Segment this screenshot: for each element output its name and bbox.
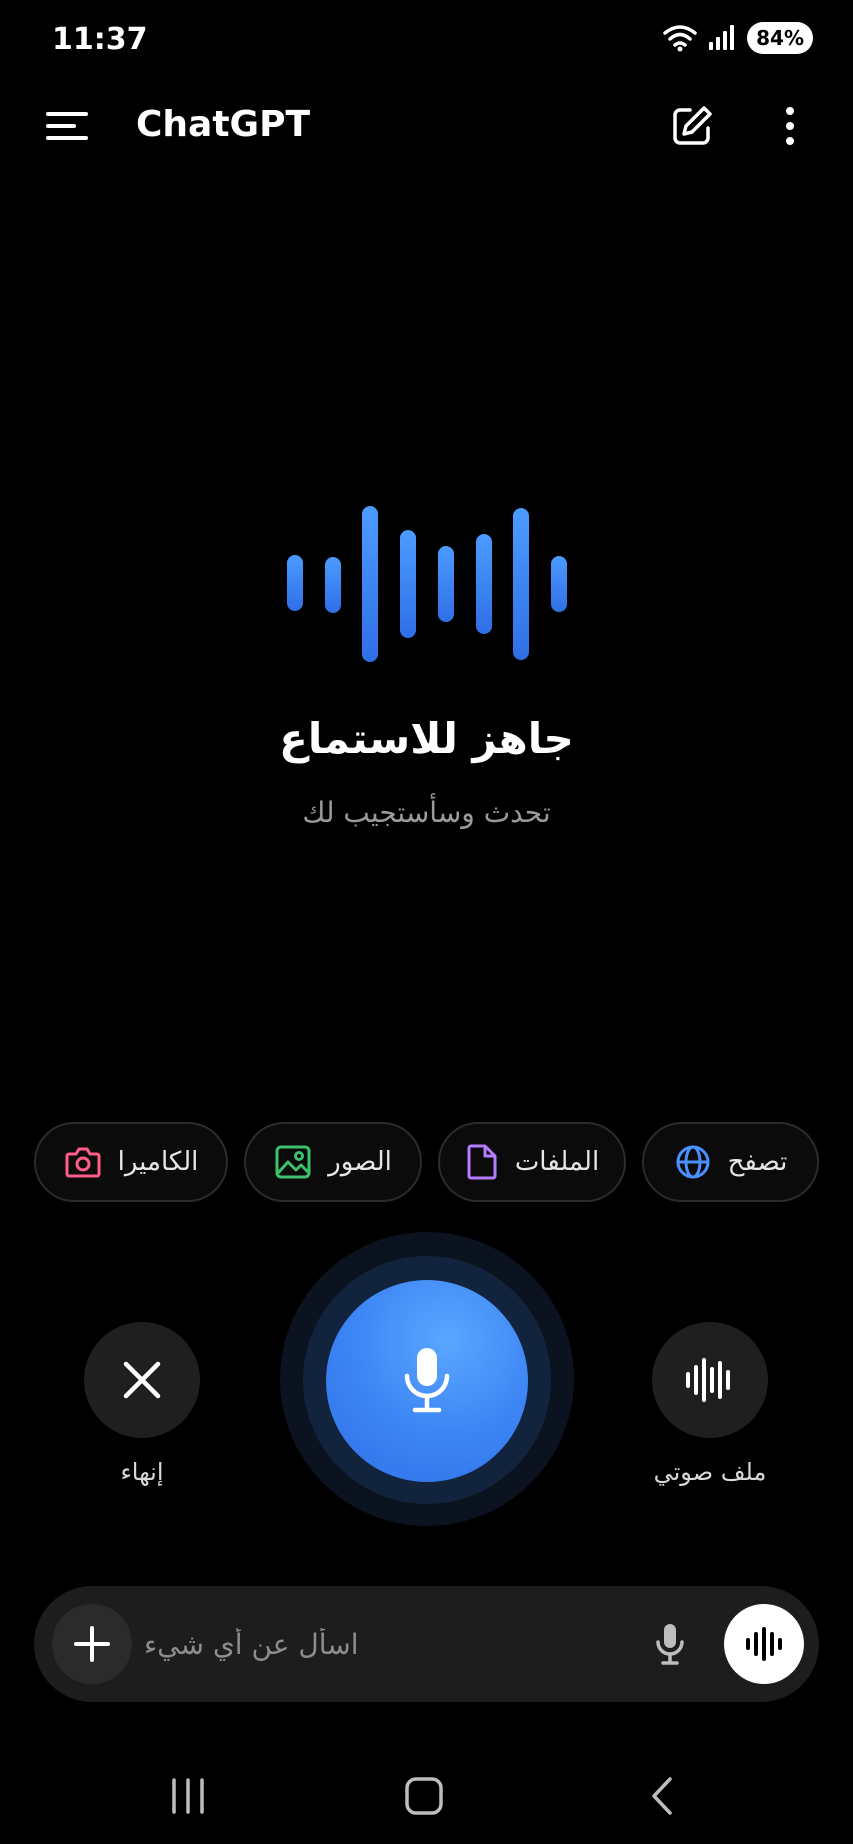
menu-icon: [46, 112, 88, 140]
record-mic-button[interactable]: [326, 1280, 528, 1482]
app-header: ChatGPT: [0, 96, 853, 156]
system-nav-bar: [0, 1748, 853, 1844]
waveform-icon: [287, 506, 567, 662]
plus-icon: [74, 1626, 110, 1662]
status-time: 11:37: [52, 22, 148, 57]
file-icon: [465, 1143, 499, 1181]
app-title: ChatGPT: [136, 104, 311, 145]
chip-browse[interactable]: تصفح: [642, 1122, 819, 1202]
chip-camera[interactable]: الكاميرا: [34, 1122, 228, 1202]
status-icons: 84%: [663, 22, 813, 54]
message-input[interactable]: [144, 1614, 624, 1674]
globe-icon: [674, 1143, 712, 1181]
chip-label: الكاميرا: [117, 1147, 199, 1177]
battery-badge: 84%: [747, 22, 813, 54]
close-icon: [123, 1361, 161, 1399]
end-label: إنهاء: [120, 1458, 164, 1486]
listening-subtitle: تحدث وسأستجيب لك: [302, 796, 551, 829]
home-button[interactable]: [384, 1766, 464, 1826]
chip-photos[interactable]: الصور: [244, 1122, 422, 1202]
composer-bar: [34, 1586, 819, 1702]
new-chat-button[interactable]: [668, 102, 716, 150]
microphone-icon: [656, 1624, 684, 1665]
chip-files[interactable]: الملفات: [438, 1122, 626, 1202]
chip-label: تصفح: [727, 1147, 788, 1177]
voice-wave-icon: [746, 1627, 782, 1661]
attach-button[interactable]: [52, 1604, 132, 1684]
more-options-button[interactable]: [772, 102, 808, 150]
menu-button[interactable]: [44, 108, 92, 144]
audio-file-button[interactable]: [652, 1322, 768, 1438]
home-icon: [405, 1777, 443, 1815]
microphone-icon: [404, 1348, 450, 1413]
more-vertical-icon: [786, 107, 794, 145]
image-icon: [274, 1143, 312, 1181]
audio-wave-icon: [686, 1358, 730, 1402]
camera-icon: [64, 1143, 102, 1181]
audio-file-label: ملف صوتي: [653, 1458, 767, 1486]
voice-mode-button[interactable]: [724, 1604, 804, 1684]
status-bar: 11:37 84%: [0, 0, 853, 84]
signal-icon: [709, 25, 735, 50]
chip-label: الصور: [328, 1147, 392, 1177]
listening-title: جاهز للاستماع: [279, 714, 574, 763]
chip-label: الملفات: [514, 1147, 600, 1177]
recent-apps-icon: [172, 1778, 204, 1814]
recent-apps-button[interactable]: [148, 1766, 228, 1826]
back-button[interactable]: [622, 1766, 702, 1826]
back-icon: [652, 1777, 672, 1815]
compose-icon: [673, 106, 712, 145]
wifi-icon: [663, 25, 697, 52]
end-button[interactable]: [84, 1322, 200, 1438]
dictate-button[interactable]: [642, 1616, 698, 1672]
